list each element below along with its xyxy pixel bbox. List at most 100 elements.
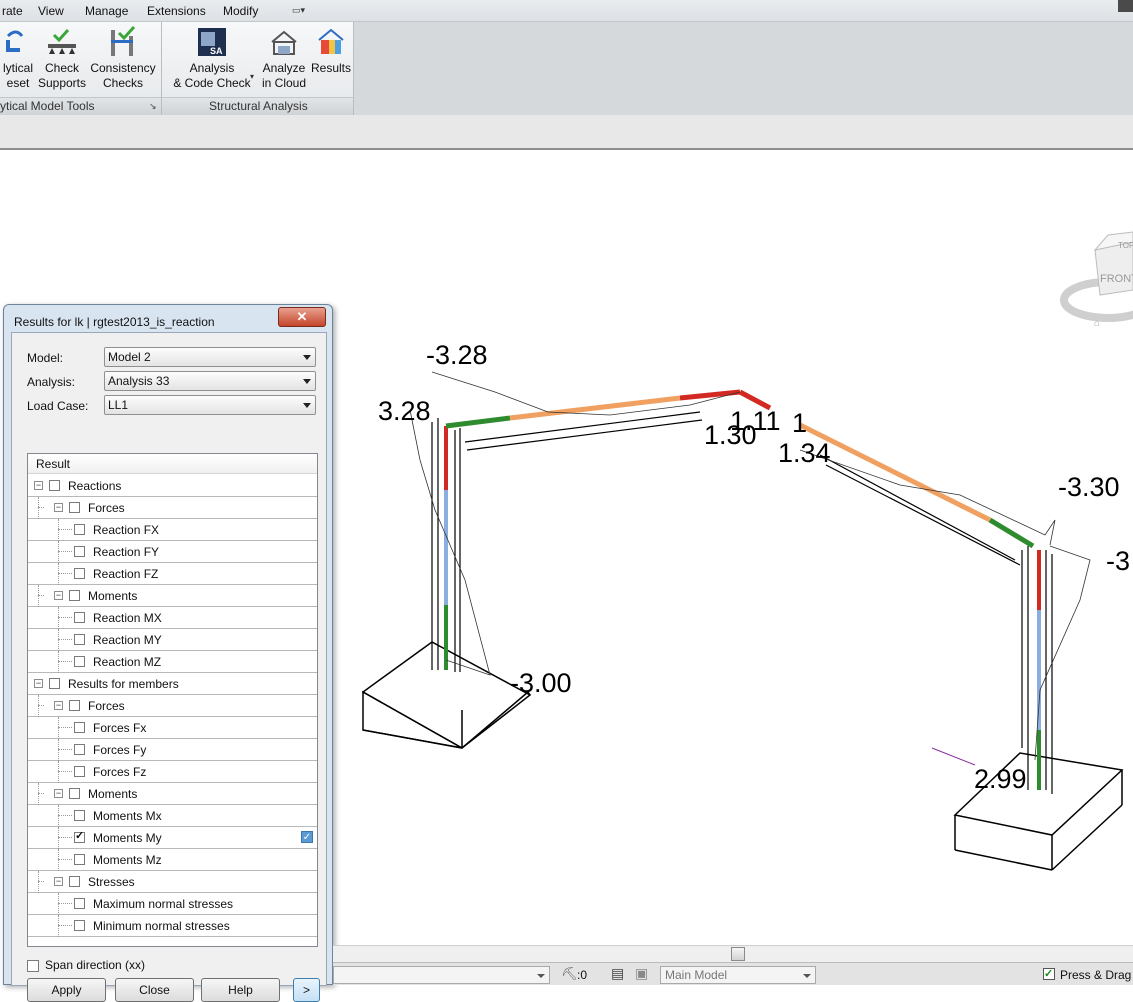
tree-connector <box>58 573 72 574</box>
collapse-icon[interactable]: − <box>54 789 63 798</box>
tree-checkbox[interactable] <box>74 766 85 777</box>
tree-row[interactable]: − Moments <box>28 783 317 805</box>
robot-structural-analysis-icon: SA <box>196 26 228 58</box>
check-supports-button[interactable]: Check Supports <box>36 26 88 91</box>
tree-checkbox[interactable] <box>69 876 80 887</box>
tree-row[interactable]: Reaction MZ <box>28 651 317 673</box>
collapse-icon[interactable]: − <box>54 701 63 710</box>
collapse-icon[interactable]: − <box>54 503 63 512</box>
collapse-icon[interactable]: − <box>54 591 63 600</box>
main-model-select[interactable]: Main Model <box>660 966 816 984</box>
tree-row[interactable]: Reaction FY <box>28 541 317 563</box>
help-button[interactable]: Help <box>201 978 280 1002</box>
collapse-icon[interactable]: − <box>34 679 43 688</box>
model-select[interactable]: Model 2 <box>104 347 316 367</box>
tree-item-label: Forces Fz <box>93 765 147 779</box>
tree-item-label: Reaction MX <box>93 611 162 625</box>
tree-checkbox[interactable] <box>74 612 85 623</box>
apply-button[interactable]: Apply <box>27 978 106 1002</box>
tree-checkbox[interactable] <box>74 568 85 579</box>
consistency-checks-icon <box>107 25 139 58</box>
tree-connector <box>58 761 59 783</box>
moment-value-label: 1.34 <box>778 438 831 468</box>
analysis-code-check-button[interactable]: SA Analysis & Code Check <box>171 26 253 91</box>
tree-row[interactable]: − Forces <box>28 695 317 717</box>
tree-connector <box>58 639 72 640</box>
tree-checkbox[interactable] <box>69 590 80 601</box>
results-tree[interactable]: Result − Reactions − Forces Reaction FX React… <box>27 453 318 947</box>
tree-checkbox[interactable] <box>74 634 85 645</box>
tree-row[interactable]: Maximum normal stresses <box>28 893 317 915</box>
tree-checkbox[interactable] <box>74 524 85 535</box>
results-icon <box>315 26 347 58</box>
tree-row[interactable]: Reaction MY <box>28 629 317 651</box>
press-drag-checkbox[interactable]: ✓ <box>1043 968 1055 980</box>
tree-row[interactable]: Reaction MX <box>28 607 317 629</box>
analyze-in-cloud-button[interactable]: Analyze in Cloud <box>258 26 310 91</box>
view-cube[interactable]: FRONT TOP ⌂ <box>1060 231 1133 329</box>
analysis-select[interactable]: Analysis 33 <box>104 371 316 391</box>
tree-checkbox[interactable] <box>74 744 85 755</box>
tab-extensions[interactable]: Extensions <box>147 4 206 18</box>
span-direction-checkbox[interactable] <box>27 959 39 972</box>
tab-view[interactable]: View <box>38 4 64 18</box>
tree-checkbox[interactable] <box>69 502 80 513</box>
editable-only-icon[interactable]: ⛏ <box>561 966 578 982</box>
close-icon[interactable]: ✕ <box>278 307 326 327</box>
tree-checkbox[interactable] <box>74 810 85 821</box>
tree-row[interactable]: − Reactions <box>28 475 317 497</box>
tree-checkbox[interactable] <box>49 480 60 491</box>
design-options-icon[interactable]: ▤ <box>611 965 624 982</box>
results-button[interactable]: Results <box>310 26 352 76</box>
tab-manage[interactable]: Manage <box>85 4 128 18</box>
tree-row[interactable]: Reaction FX <box>28 519 317 541</box>
next-button[interactable]: > <box>293 978 320 1002</box>
panel-launcher-icon[interactable]: ↘ <box>149 101 157 112</box>
view-cube-home-icon[interactable]: ⌂ <box>1094 318 1100 329</box>
tab-collaborate[interactable]: rate <box>2 4 23 18</box>
exclude-options-icon[interactable]: ▣ <box>635 965 648 982</box>
tree-checkbox[interactable] <box>74 546 85 557</box>
tree-row[interactable]: Forces Fz <box>28 761 317 783</box>
model-label: Model: <box>27 351 64 365</box>
tree-checkbox[interactable] <box>74 656 85 667</box>
tree-row[interactable]: Forces Fy <box>28 739 317 761</box>
tree-row[interactable]: − Moments <box>28 585 317 607</box>
tree-checkbox[interactable] <box>49 678 60 689</box>
tab-modify[interactable]: Modify <box>223 4 258 18</box>
horizontal-scrollbar[interactable] <box>333 945 1133 962</box>
panel-separator <box>161 22 162 115</box>
tree-checkbox[interactable] <box>69 788 80 799</box>
tree-checkbox[interactable] <box>74 898 85 909</box>
span-direction-option[interactable]: Span direction (xx) <box>27 958 145 972</box>
tree-connector <box>38 871 39 893</box>
collapse-icon[interactable]: − <box>34 481 43 490</box>
close-button[interactable]: Close <box>115 978 194 1002</box>
tree-row[interactable]: Minimum normal stresses <box>28 915 317 937</box>
load-case-select[interactable]: LL1 <box>104 395 316 415</box>
scrollbar-thumb[interactable] <box>731 947 745 961</box>
analysis-dropdown-icon[interactable]: ▾ <box>250 72 254 81</box>
tree-row[interactable]: Forces Fx <box>28 717 317 739</box>
tree-item-label: Forces Fx <box>93 721 147 735</box>
tree-row[interactable]: − Forces <box>28 497 317 519</box>
zero-count-label: :0 <box>577 968 588 982</box>
ribbon-toggle-icon[interactable]: ▭▾ <box>292 5 316 17</box>
workset-select[interactable] <box>333 966 550 984</box>
tree-row[interactable]: Moments My ✓ <box>28 827 317 849</box>
tree-checkbox[interactable] <box>69 700 80 711</box>
tree-row[interactable]: Moments Mz <box>28 849 317 871</box>
moment-value-label: -3 <box>1106 546 1130 576</box>
tree-row[interactable]: Moments Mx <box>28 805 317 827</box>
tree-row[interactable]: Reaction FZ <box>28 563 317 585</box>
collapse-icon[interactable]: − <box>54 877 63 886</box>
panel-label-structural-analysis: Structural Analysis <box>209 99 308 113</box>
analytical-reset-button[interactable]: lytical eset <box>0 26 36 91</box>
tree-checkbox[interactable] <box>74 920 85 931</box>
tree-checkbox[interactable] <box>74 854 85 865</box>
tree-checkbox[interactable] <box>74 722 85 733</box>
tree-row[interactable]: − Results for members <box>28 673 317 695</box>
tree-checkbox[interactable] <box>74 829 85 843</box>
tree-row[interactable]: − Stresses <box>28 871 317 893</box>
consistency-checks-button[interactable]: Consistency Checks <box>89 25 157 91</box>
